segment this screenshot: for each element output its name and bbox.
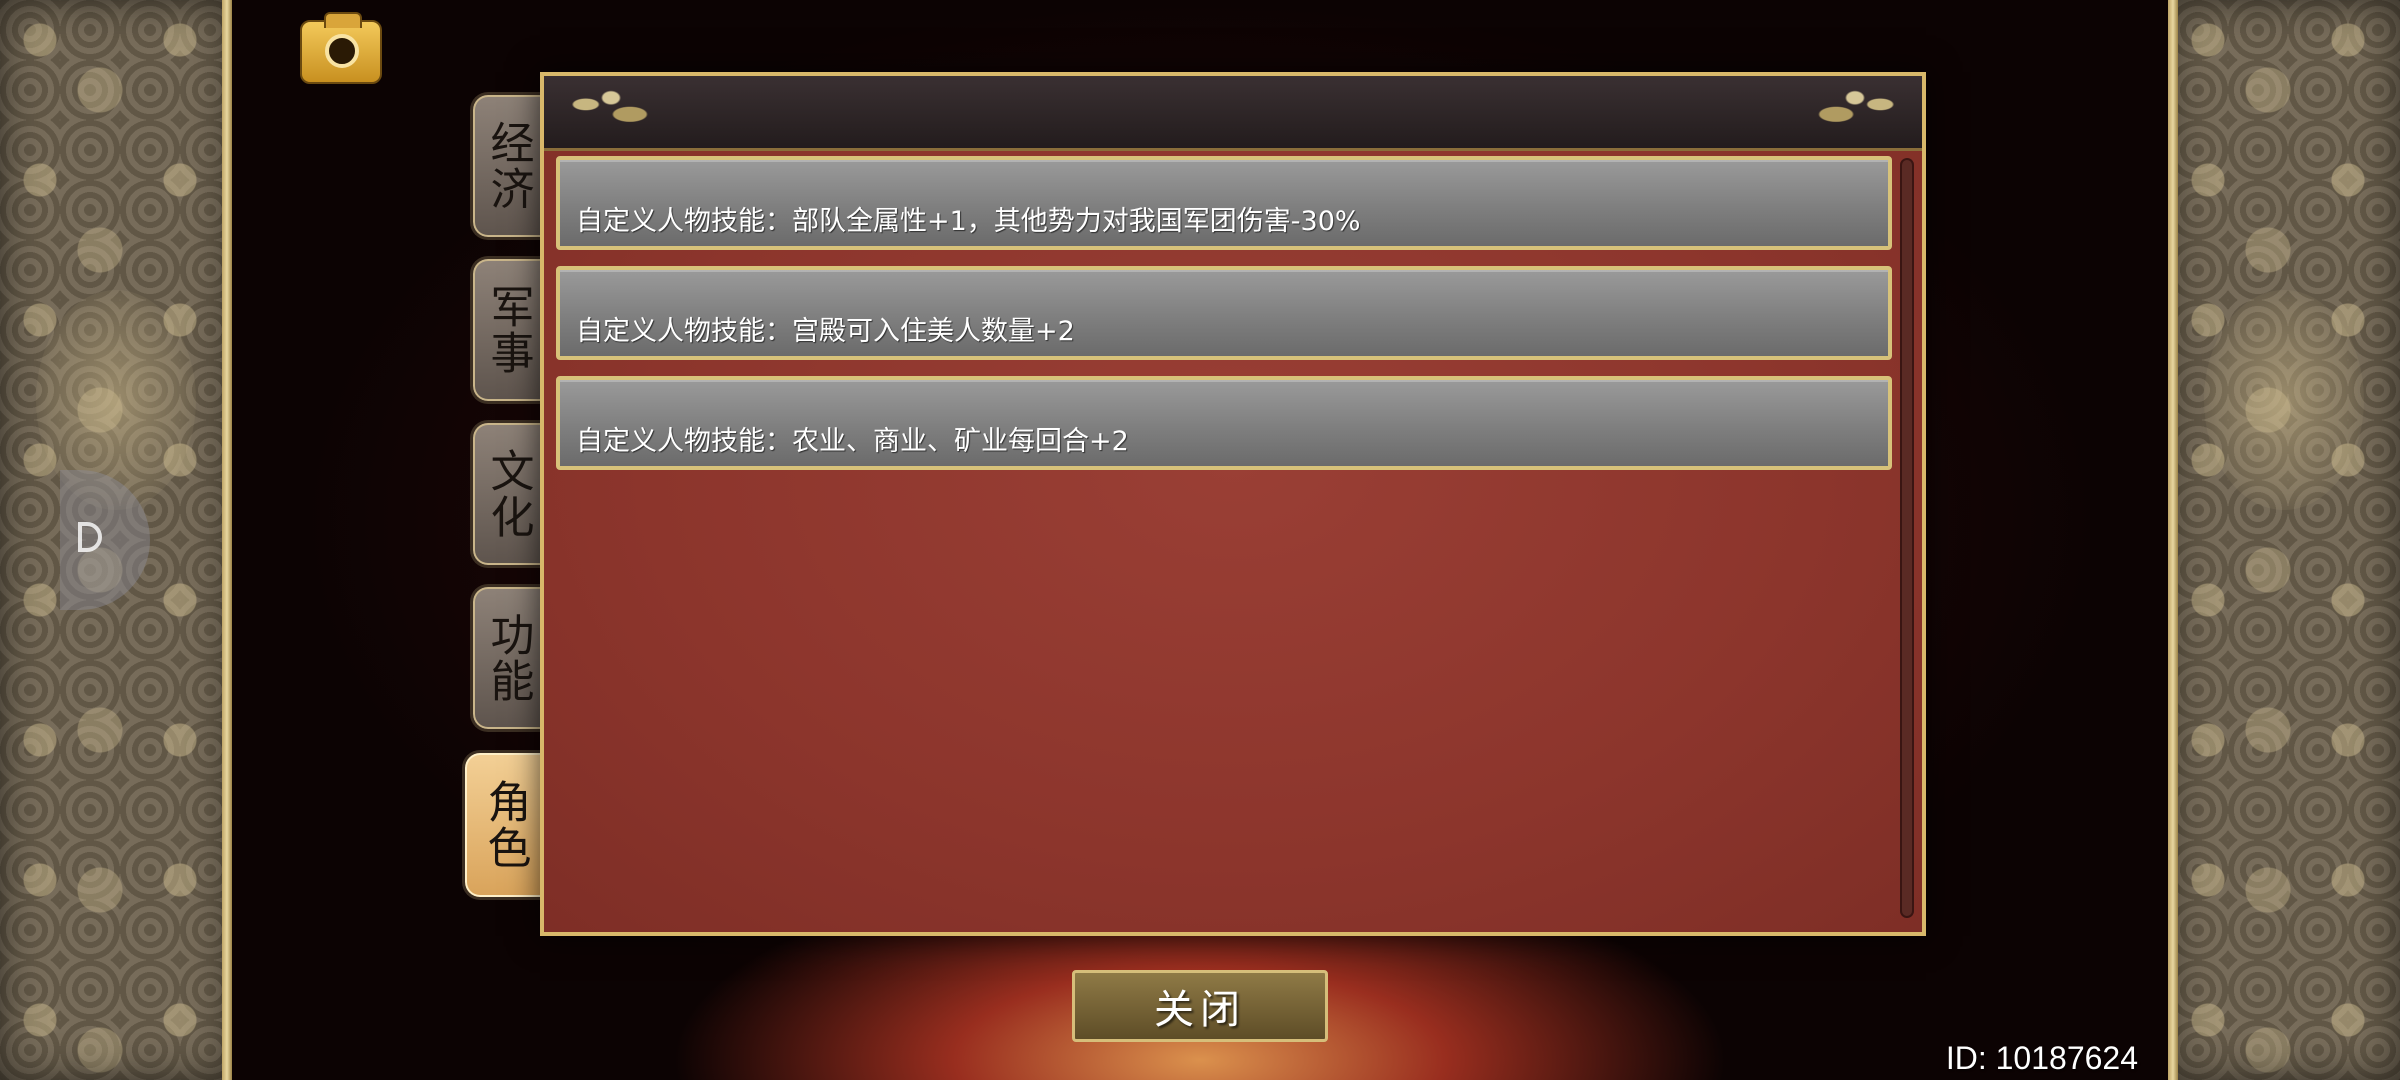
tab-military[interactable]: 军事: [470, 256, 542, 404]
right-decorative-panel: [2168, 0, 2400, 1080]
dragon-ornament-icon: [1792, 78, 1918, 144]
list-item[interactable]: 自定义人物技能：宫殿可入住美人数量+2: [556, 266, 1892, 360]
close-button-label: 关闭: [1154, 987, 1246, 1033]
tab-character[interactable]: 角色: [462, 750, 544, 900]
skill-text: 自定义人物技能：农业、商业、矿业每回合+2: [576, 426, 1129, 457]
tab-label: 文化: [482, 448, 534, 540]
floating-menu-glyph: [78, 522, 102, 552]
tab-economy[interactable]: 经济: [470, 92, 542, 240]
tab-label: 角色: [479, 779, 531, 871]
panel-border: [2168, 0, 2178, 1080]
list-item[interactable]: 自定义人物技能：农业、商业、矿业每回合+2: [556, 376, 1892, 470]
scrollbar-thumb[interactable]: [1902, 160, 1912, 916]
camera-lens: [325, 34, 359, 68]
tab-label: 经济: [482, 120, 534, 212]
tab-label: 功能: [482, 612, 534, 704]
skill-text: 自定义人物技能：宫殿可入住美人数量+2: [576, 316, 1075, 347]
dragon-pattern-icon: [2204, 290, 2364, 510]
tab-function[interactable]: 功能: [470, 584, 542, 732]
game-screen: 经济 军事 文化 功能 角色 自定义人物技能：部队全属性+1，其他势力对我国军团…: [0, 0, 2400, 1080]
dragon-ornament-icon: [548, 78, 674, 144]
close-button[interactable]: 关闭: [1072, 970, 1328, 1042]
skill-text: 自定义人物技能：部队全属性+1，其他势力对我国军团伤害-30%: [576, 206, 1361, 237]
skill-list[interactable]: 自定义人物技能：部队全属性+1，其他势力对我国军团伤害-30% 自定义人物技能：…: [556, 156, 1892, 486]
player-id: ID: 10187624: [1945, 1040, 2138, 1076]
scrollbar[interactable]: [1900, 158, 1914, 918]
tab-culture[interactable]: 文化: [470, 420, 542, 568]
camera-icon[interactable]: [300, 12, 382, 84]
skills-dialog: 自定义人物技能：部队全属性+1，其他势力对我国军团伤害-30% 自定义人物技能：…: [540, 72, 1926, 936]
dialog-header: [544, 76, 1922, 151]
tab-label: 军事: [482, 284, 534, 376]
panel-border: [222, 0, 232, 1080]
list-item[interactable]: 自定义人物技能：部队全属性+1，其他势力对我国军团伤害-30%: [556, 156, 1892, 250]
